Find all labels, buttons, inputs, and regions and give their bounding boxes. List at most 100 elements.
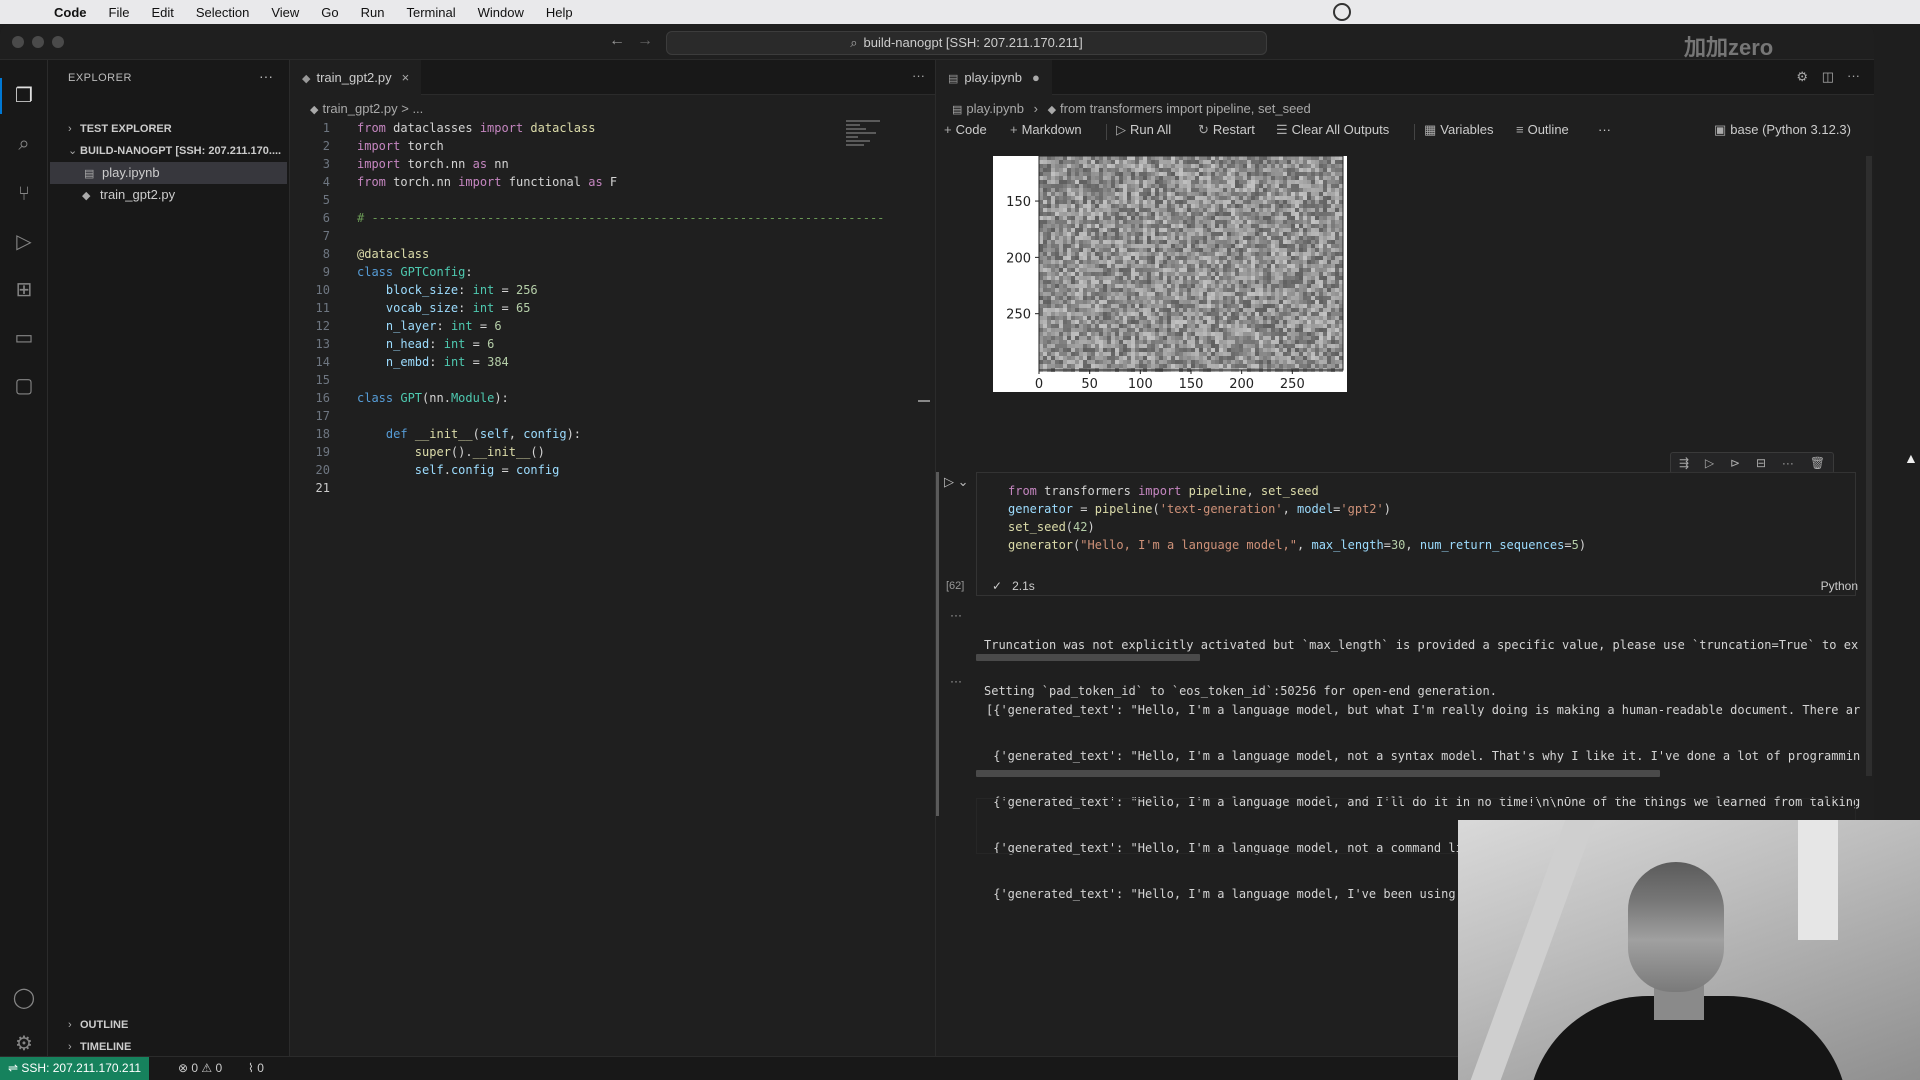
heatmap-cell: [1135, 324, 1139, 328]
heatmap-cell: [1183, 156, 1187, 160]
menu-terminal[interactable]: Terminal: [407, 5, 456, 20]
editor-more-icon[interactable]: ···: [1847, 68, 1860, 83]
heatmap-cell: [1215, 304, 1219, 308]
heatmap-cell: [1271, 316, 1275, 320]
split-cell-icon[interactable]: ⊟: [1756, 456, 1766, 470]
heatmap-cell: [1323, 164, 1327, 168]
menu-file[interactable]: File: [109, 5, 130, 20]
settings-gear-icon[interactable]: ⚙: [10, 1030, 38, 1058]
tab-train-gpt2-py[interactable]: ◆ train_gpt2.py ×: [290, 60, 422, 95]
heatmap-cell: [1151, 160, 1155, 164]
heatmap-cell: [1147, 276, 1151, 280]
zoom-window-button[interactable]: [52, 36, 64, 48]
forward-arrow-icon[interactable]: →: [637, 32, 653, 50]
workspace-folder-section[interactable]: ⌄ BUILD-NANOGPT [SSH: 207.211.170....: [48, 140, 289, 162]
heatmap-cell: [1067, 360, 1071, 364]
file-play-ipynb[interactable]: ▤ play.ipynb: [50, 162, 287, 184]
search-icon[interactable]: ⌕: [10, 130, 38, 158]
output-scrollbar[interactable]: [976, 654, 1200, 661]
run-cell-icon[interactable]: ▷: [1705, 456, 1714, 470]
menu-selection[interactable]: Selection: [196, 5, 249, 20]
explorer-icon[interactable]: ❐: [0, 78, 38, 114]
kernel-picker[interactable]: ▣ base (Python 3.12.3): [1714, 122, 1851, 138]
menu-go[interactable]: Go: [321, 5, 338, 20]
cell-more-icon[interactable]: ···: [1782, 456, 1794, 470]
tab-play-ipynb[interactable]: ▤ play.ipynb ●: [936, 60, 1052, 95]
command-center[interactable]: ⌕ build-nanogpt [SSH: 207.211.170.211]: [666, 31, 1267, 55]
heatmap-cell: [1175, 228, 1179, 232]
source-control-icon[interactable]: ⑂: [10, 180, 38, 208]
minimize-window-button[interactable]: [32, 36, 44, 48]
heatmap-cell: [1059, 216, 1063, 220]
toolbar-more-button[interactable]: ···: [1598, 122, 1611, 137]
unsaved-dot-icon[interactable]: ●: [1032, 70, 1040, 85]
y-tick-label: 150: [1006, 195, 1031, 210]
heatmap-cell: [1119, 336, 1123, 340]
code-editor[interactable]: 1 from dataclasses import dataclass 2 impo…: [290, 119, 935, 497]
outline-section[interactable]: › OUTLINE: [48, 1014, 289, 1036]
delete-cell-icon[interactable]: 🗑: [1810, 456, 1825, 470]
heatmap-cell: [1303, 216, 1307, 220]
file-train-gpt2-py[interactable]: ◆ train_gpt2.py: [48, 184, 289, 206]
variables-button[interactable]: ▦ Variables: [1424, 122, 1494, 138]
close-window-button[interactable]: [12, 36, 24, 48]
notebook-breadcrumb[interactable]: ▤ play.ipynb › ◆ from transformers import …: [952, 101, 1311, 116]
heatmap-cell: [1231, 244, 1235, 248]
editor-more-icon[interactable]: ···: [912, 68, 925, 83]
run-all-button[interactable]: ▷ Run All: [1116, 122, 1171, 138]
menu-view[interactable]: View: [271, 5, 299, 20]
remote-indicator[interactable]: ⇌ SSH: 207.211.170.211: [0, 1057, 150, 1080]
menu-help[interactable]: Help: [546, 5, 573, 20]
extensions-icon[interactable]: ⊞: [10, 276, 38, 304]
heatmap-cell: [1139, 180, 1143, 184]
heatmap-cell: [1155, 356, 1159, 360]
output-more-icon[interactable]: ···: [950, 608, 962, 622]
run-below-icon[interactable]: ⊳: [1730, 456, 1740, 470]
minimap[interactable]: [846, 120, 886, 160]
run-cell-button[interactable]: ▷ ⌄: [944, 474, 969, 490]
output-scrollbar[interactable]: [976, 770, 1660, 777]
heatmap-cell: [1135, 344, 1139, 348]
heatmap-cell: [1171, 316, 1175, 320]
back-arrow-icon[interactable]: ←: [609, 32, 625, 50]
heatmap-cell: [1319, 292, 1323, 296]
timeline-section[interactable]: › TIMELINE: [48, 1036, 289, 1058]
remote-explorer-icon[interactable]: ▭: [10, 324, 38, 352]
heatmap-cell: [1279, 340, 1283, 344]
menu-window[interactable]: Window: [478, 5, 524, 20]
problems-indicator[interactable]: ⊗ 0 ⚠ 0: [178, 1057, 222, 1080]
cell-language[interactable]: Python: [1821, 579, 1858, 593]
heatmap-cell: [1095, 240, 1099, 244]
heatmap-cell: [1291, 240, 1295, 244]
test-explorer-section[interactable]: › TEST EXPLORER: [48, 118, 289, 140]
run-above-icon[interactable]: ⇶: [1679, 456, 1689, 470]
notebook-scrollbar[interactable]: [1866, 156, 1872, 776]
chat-icon[interactable]: ▢: [10, 372, 38, 400]
breadcrumb[interactable]: ◆ train_gpt2.py > ...: [310, 101, 423, 116]
heatmap-cell: [1331, 292, 1335, 296]
status-menu-icon[interactable]: [1333, 3, 1351, 21]
run-debug-icon[interactable]: ▷: [10, 228, 38, 256]
outline-button[interactable]: ≡ Outline: [1516, 122, 1569, 137]
heatmap-cell: [1299, 360, 1303, 364]
heatmap-cell: [1263, 196, 1267, 200]
restart-button[interactable]: ↻ Restart: [1198, 122, 1255, 138]
settings-gear-icon[interactable]: ⚙: [1796, 69, 1808, 85]
heatmap-cell: [1251, 324, 1255, 328]
add-markdown-cell-button[interactable]: + Markdown: [1010, 122, 1082, 137]
add-code-cell-button[interactable]: + Code: [944, 122, 987, 137]
account-icon[interactable]: ◯: [10, 984, 38, 1012]
menu-edit[interactable]: Edit: [151, 5, 173, 20]
heatmap-cell: [1163, 276, 1167, 280]
split-editor-icon[interactable]: ◫: [1822, 69, 1834, 85]
output-more-icon[interactable]: ···: [950, 674, 962, 688]
ports-indicator[interactable]: ⌇ 0: [248, 1057, 264, 1080]
heatmap-cell: [1251, 336, 1255, 340]
menu-app-name[interactable]: Code: [54, 5, 87, 20]
menu-run[interactable]: Run: [361, 5, 385, 20]
heatmap-cell: [1315, 188, 1319, 192]
clear-outputs-button[interactable]: ☰ Clear All Outputs: [1276, 122, 1389, 138]
explorer-more-button[interactable]: ···: [259, 68, 273, 84]
close-icon[interactable]: ×: [402, 70, 410, 85]
heatmap-cell: [1335, 320, 1339, 324]
